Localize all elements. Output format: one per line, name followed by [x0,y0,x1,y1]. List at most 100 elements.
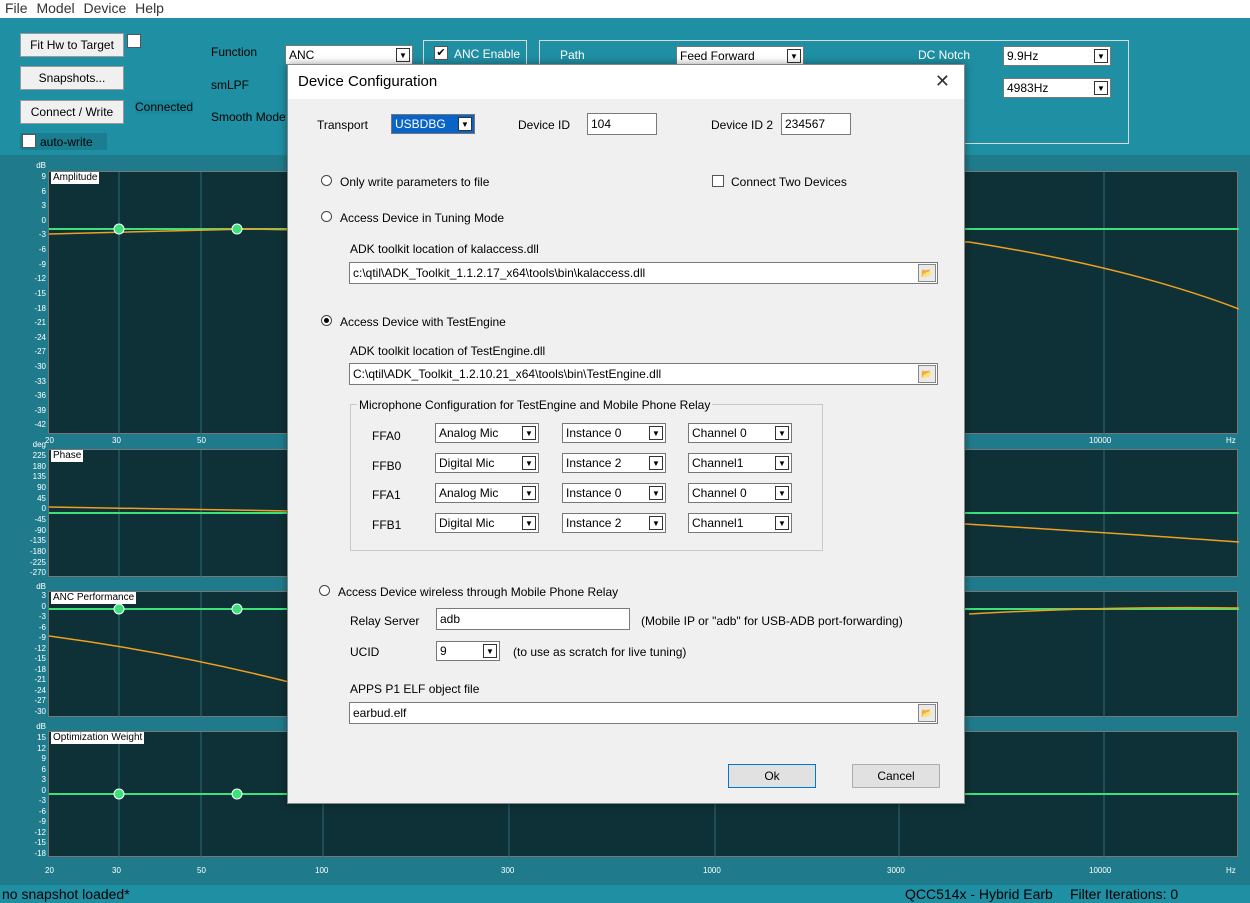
frequency-select[interactable]: 4983Hz ▼ [1003,78,1111,98]
y-tick-label: 9 [41,172,46,181]
radio-tuning-mode[interactable] [321,211,332,222]
write-file-label: Only write parameters to file [340,175,490,189]
mic-instance-select[interactable]: Instance 0 ▼ [562,423,666,443]
mic-type-value: Analog Mic [439,426,499,440]
connect-write-button[interactable]: Connect / Write [20,100,124,124]
mic-name: FFB0 [372,459,402,473]
elf-file-label: APPS P1 ELF object file [350,682,480,696]
menu-model[interactable]: Model [36,0,74,16]
mic-type-select[interactable]: Analog Mic ▼ [435,483,539,503]
dc-notch-select[interactable]: 9.9Hz ▼ [1003,46,1111,66]
y-tick-label: -33 [34,376,46,386]
y-tick-label: 3 [41,775,46,784]
x-tick-hz: Hz [1226,866,1236,875]
fit-hw-button[interactable]: Fit Hw to Target [20,33,124,57]
chevron-down-icon: ▼ [649,516,663,530]
mic-type-select[interactable]: Digital Mic ▼ [435,453,539,473]
y-tick-label: 15 [37,733,46,742]
path-value: Feed Forward [680,49,755,63]
cancel-button[interactable]: Cancel [852,764,940,788]
x-tick-hz: Hz [1226,436,1236,445]
y-tick-label: -18 [34,303,46,313]
y-tick-label: -9 [38,633,46,642]
anc-enable-box: ✔ ANC Enable [423,40,527,66]
browse-folder-icon[interactable]: 📂 [918,264,936,282]
y-tick-label: -3 [38,230,46,240]
mic-instance-select[interactable]: Instance 0 ▼ [562,483,666,503]
path-label: Path [560,48,585,62]
y-tick-label: 90 [37,483,46,492]
y-tick-label: -24 [34,685,46,695]
mic-type-select[interactable]: Analog Mic ▼ [435,423,539,443]
mic-type-select[interactable]: Digital Mic ▼ [435,513,539,533]
menu-file[interactable]: File [5,0,28,16]
mobile-relay-label: Access Device wireless through Mobile Ph… [338,585,619,599]
browse-folder-icon[interactable]: 📂 [918,704,936,722]
x-tick-300: 300 [501,866,515,875]
mic-name: FFA0 [372,429,401,443]
chevron-down-icon: ▼ [1094,81,1108,95]
y-tick-label: -27 [34,347,46,357]
y-tick-label: -18 [34,664,46,674]
smlpf-label: smLPF [211,78,250,92]
function-select[interactable]: ANC ▼ [285,45,413,65]
frequency-value: 4983Hz [1007,81,1049,95]
relay-server-label: Relay Server [350,614,420,628]
browse-folder-icon[interactable]: 📂 [918,365,936,383]
mic-channel-select[interactable]: Channel 0 ▼ [688,423,792,443]
mic-channel-value: Channel1 [692,456,744,470]
y-tick-label: 12 [37,743,46,753]
kalaccess-path-input[interactable]: c:\qtil\ADK_Toolkit_1.1.2.17_x64\tools\b… [349,262,938,284]
fit-hw-checkbox[interactable] [127,34,141,48]
autowrite-checkbox[interactable] [22,134,36,148]
testengine-path-input[interactable]: C:\qtil\ADK_Toolkit_1.2.10.21_x64\tools\… [349,363,938,385]
menu-device[interactable]: Device [83,0,126,16]
device-configuration-dialog: Device Configuration ✕ Transport USBDBG ▼… [287,64,965,804]
mic-instance-value: Instance 0 [566,486,622,500]
device-id-label: Device ID [518,118,571,132]
radio-write-file[interactable] [321,175,332,186]
autowrite-label: auto-write [40,135,93,149]
dc-notch-value: 9.9Hz [1007,49,1039,63]
mic-instance-select[interactable]: Instance 2 ▼ [562,513,666,533]
radio-mobile-relay[interactable] [319,585,330,596]
anc-enable-checkbox[interactable]: ✔ [434,46,448,60]
elf-file-input[interactable]: earbud.elf [349,702,938,724]
y-tick-label: -39 [34,405,46,415]
close-icon[interactable]: ✕ [935,71,950,92]
smooth-mode-label: Smooth Mode [211,110,286,124]
chevron-down-icon: ▼ [775,426,789,440]
device-id2-input[interactable]: 234567 [781,113,851,135]
ucid-select[interactable]: 9 ▼ [436,641,500,661]
mic-type-value: Digital Mic [439,516,495,530]
path-select[interactable]: Feed Forward ▼ [676,46,804,66]
x-tick-10000: 10000 [1089,436,1112,445]
dc-notch-label: DC Notch [918,48,971,62]
chevron-down-icon: ▼ [483,644,497,658]
y-tick-label: 3 [41,591,46,600]
transport-label: Transport [317,118,368,132]
snapshots-button[interactable]: Snapshots... [20,66,124,90]
y-tick-label: 0 [41,504,46,514]
y-tick-label: 225 [32,451,46,460]
device-status: QCC514x - Hybrid Earb [905,886,1053,902]
menu-help[interactable]: Help [135,0,164,16]
mic-type-value: Analog Mic [439,486,499,500]
y-tick-label: 45 [37,493,46,503]
mic-channel-select[interactable]: Channel1 ▼ [688,513,792,533]
mic-channel-select[interactable]: Channel 0 ▼ [688,483,792,503]
ok-button[interactable]: Ok [728,764,816,788]
y-tick-label: 180 [32,461,46,471]
connect-two-devices-checkbox[interactable] [712,175,724,187]
transport-select[interactable]: USBDBG ▼ [391,114,475,134]
relay-server-input[interactable]: adb [436,608,630,630]
device-id-input[interactable]: 104 [587,113,657,135]
radio-testengine[interactable] [321,315,332,326]
y-tick-label: -135 [29,536,46,546]
mic-channel-select[interactable]: Channel1 ▼ [688,453,792,473]
y-tick-label: -3 [38,612,46,621]
y-tick-label: -15 [34,654,46,663]
y-tick-label: 0 [41,785,46,795]
mic-instance-select[interactable]: Instance 2 ▼ [562,453,666,473]
chevron-down-icon: ▼ [775,456,789,470]
